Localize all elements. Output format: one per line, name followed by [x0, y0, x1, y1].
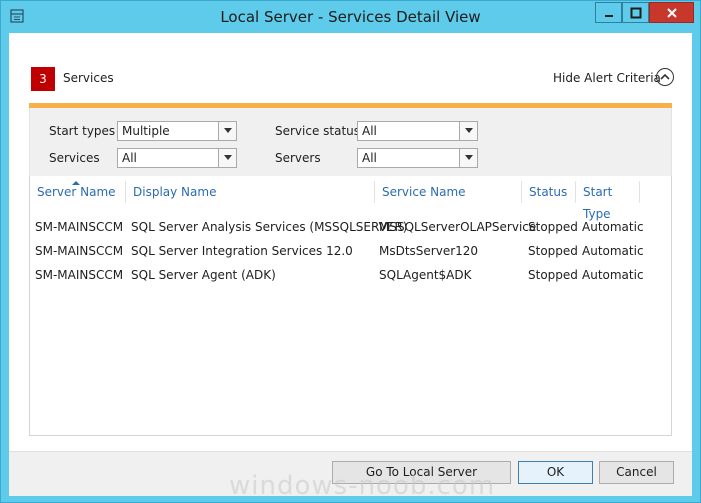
sort-ascending-icon: [72, 181, 80, 185]
watermark-text: windows-noob.com: [229, 471, 496, 501]
chevron-up-icon: [660, 73, 670, 80]
server-name-cell: SM-MAINSCCM: [35, 244, 124, 258]
title-bar[interactable]: Local Server - Services Detail View: [1, 1, 700, 33]
service-name-cell: SQLAgent$ADK: [379, 268, 472, 282]
status-cell: Stopped: [528, 268, 578, 282]
cancel-button[interactable]: Cancel: [599, 461, 674, 484]
close-button[interactable]: [649, 2, 694, 23]
server-name-cell: SM-MAINSCCM: [35, 268, 124, 282]
chevron-down-icon[interactable]: [459, 149, 477, 167]
ok-button[interactable]: OK: [518, 461, 593, 484]
service-status-label: Service status: [275, 124, 361, 138]
start-type-cell: Automatic: [582, 268, 644, 282]
status-cell: Stopped: [528, 220, 578, 234]
services-value: All: [122, 151, 137, 165]
hide-alert-criteria-link[interactable]: Hide Alert Criteria: [553, 71, 661, 85]
servers-label: Servers: [275, 151, 321, 165]
chevron-down-icon[interactable]: [459, 122, 477, 140]
column-header-display-name[interactable]: Display Name: [126, 181, 375, 203]
server-name-cell: SM-MAINSCCM: [35, 220, 124, 234]
start-type-cell: Automatic: [582, 220, 644, 234]
start-types-dropdown[interactable]: Multiple: [117, 121, 237, 141]
start-types-label: Start types: [49, 124, 116, 138]
start-types-value: Multiple: [122, 124, 170, 138]
service-status-value: All: [362, 124, 377, 138]
column-header-status[interactable]: Status: [522, 181, 576, 203]
display-name-cell: SQL Server Integration Services 12.0: [131, 244, 353, 258]
servers-dropdown[interactable]: All: [357, 148, 478, 168]
column-header-server-name[interactable]: Server Name: [30, 181, 126, 203]
column-header-service-name[interactable]: Service Name: [375, 181, 522, 203]
service-name-cell: MSSQLServerOLAPService: [379, 220, 537, 234]
start-type-cell: Automatic: [582, 244, 644, 258]
dialog-content: 3 Services Hide Alert Criteria Start typ…: [9, 33, 692, 496]
minimize-icon: [604, 14, 613, 17]
service-name-cell: MsDtsServer120: [379, 244, 479, 258]
display-name-cell: SQL Server Analysis Services (MSSQLSERVE…: [131, 220, 408, 234]
collapse-criteria-button[interactable]: [656, 68, 674, 86]
display-name-cell: SQL Server Agent (ADK): [131, 268, 276, 282]
dialog-window: Local Server - Services Detail View 3 Se…: [0, 0, 701, 503]
alert-criteria-panel: Start types Multiple Services All Servic…: [29, 108, 672, 176]
service-status-dropdown[interactable]: All: [357, 121, 478, 141]
chevron-down-icon[interactable]: [218, 122, 236, 140]
minimize-button[interactable]: [595, 2, 622, 23]
services-label: Services: [49, 151, 100, 165]
chevron-down-icon[interactable]: [218, 149, 236, 167]
maximize-icon: [630, 7, 641, 18]
close-icon: [666, 7, 677, 18]
maximize-button[interactable]: [622, 2, 649, 23]
services-dropdown[interactable]: All: [117, 148, 237, 168]
alert-count-badge: 3: [31, 67, 55, 91]
column-header-start-type[interactable]: Start Type: [576, 181, 640, 221]
alert-count-label: Services: [63, 71, 114, 85]
status-cell: Stopped: [528, 244, 578, 258]
servers-value: All: [362, 151, 377, 165]
services-table: Server Name Display Name Service Name St…: [29, 176, 672, 436]
